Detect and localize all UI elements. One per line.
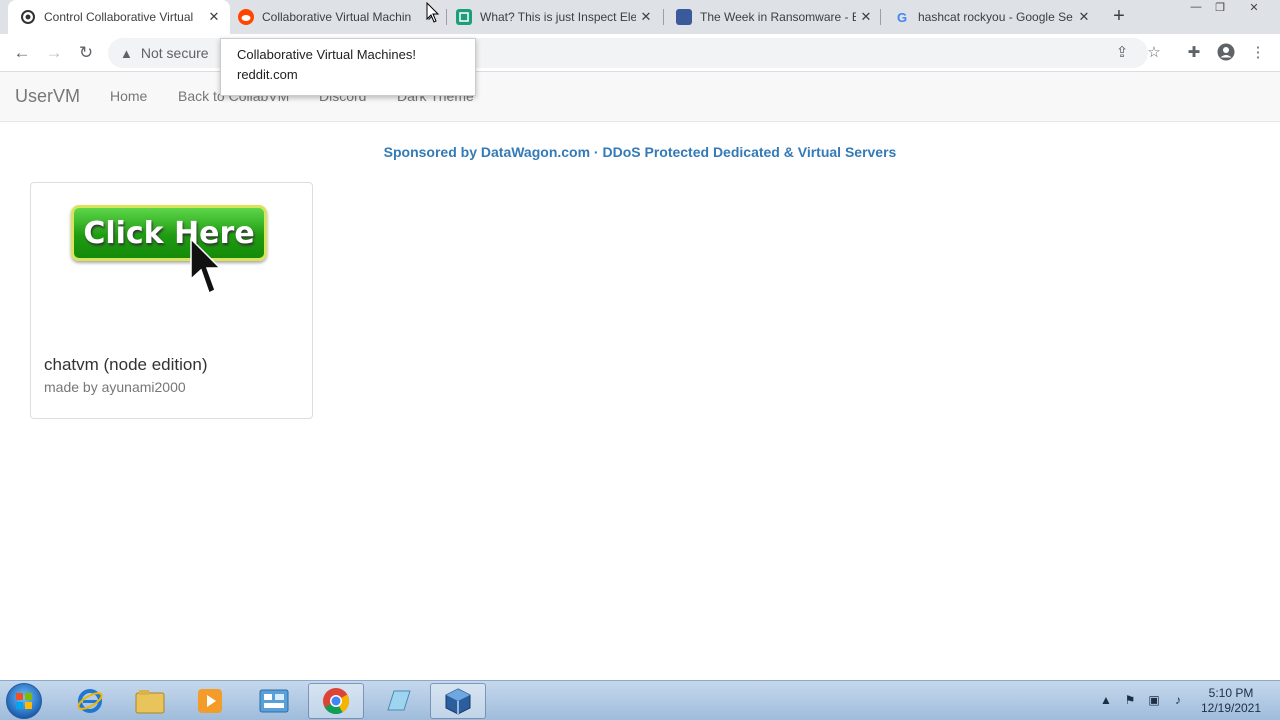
show-hidden-icons-icon[interactable]: ▲ xyxy=(1098,693,1114,709)
tooltip-title: Collaborative Virtual Machines! xyxy=(237,47,416,62)
tab-title: hashcat rockyou - Google Se xyxy=(918,10,1073,24)
browser-toolbar: ← → ↻ ▲ Not secure ⇪ ☆ ✚ ⋮ xyxy=(0,34,1280,72)
tab-google[interactable]: G hashcat rockyou - Google Se ✕ xyxy=(882,0,1100,34)
vm-author: made by ayunami2000 xyxy=(44,379,186,395)
clock-date: 12/19/2021 xyxy=(1200,701,1262,715)
tab-title: Collaborative Virtual Machin xyxy=(262,10,412,24)
tab-reddit[interactable]: Collaborative Virtual Machin ✕ xyxy=(226,0,448,34)
security-indicator[interactable]: ▲ Not secure xyxy=(120,45,209,61)
virtualbox-icon[interactable] xyxy=(430,683,486,719)
tab-separator xyxy=(880,9,881,25)
sponsor-link[interactable]: Sponsored by DataWagon.com · DDoS Protec… xyxy=(0,144,1280,160)
back-button[interactable]: ← xyxy=(10,41,34,65)
menu-icon[interactable]: ⋮ xyxy=(1248,43,1268,63)
restore-button[interactable]: ❐ xyxy=(1208,1,1232,17)
mouse-pointer-icon xyxy=(426,1,440,29)
collabvm-icon xyxy=(20,9,36,25)
internet-explorer-icon[interactable] xyxy=(62,683,118,719)
minimize-button[interactable]: — xyxy=(1184,1,1208,17)
not-secure-label: Not secure xyxy=(140,45,209,61)
media-player-icon[interactable] xyxy=(182,683,238,719)
volume-icon[interactable]: ♪ xyxy=(1170,693,1186,709)
tab-inspect[interactable]: What? This is just Inspect Ele ✕ xyxy=(444,0,662,34)
windows-taskbar: ▲ ⚑ ▣ ♪ 5:10 PM 12/19/2021 xyxy=(0,680,1280,720)
site-navbar: UserVM Home Back to CollabVM Discord Dar… xyxy=(0,72,1280,122)
vm-card[interactable]: Click Here chatvm (node edition) made by… xyxy=(30,182,313,419)
vm-thumbnail[interactable]: Click Here xyxy=(71,205,267,261)
reddit-icon xyxy=(238,9,254,25)
nav-home[interactable]: Home xyxy=(110,88,147,104)
vm-title[interactable]: chatvm (node edition) xyxy=(44,355,207,375)
tooltip-url: reddit.com xyxy=(237,67,298,82)
bookmark-star-icon[interactable]: ☆ xyxy=(1144,43,1164,63)
new-tab-button[interactable]: + xyxy=(1107,5,1131,29)
warning-icon: ▲ xyxy=(120,45,133,61)
tab-hover-tooltip: Collaborative Virtual Machines! reddit.c… xyxy=(220,38,476,96)
start-button[interactable] xyxy=(6,683,42,719)
close-tab-icon[interactable]: ✕ xyxy=(1074,9,1094,25)
action-center-flag-icon[interactable]: ⚑ xyxy=(1122,693,1138,709)
brand-link[interactable]: UserVM xyxy=(15,86,80,107)
cursor-arrow-icon xyxy=(189,237,222,300)
notepad-icon[interactable] xyxy=(370,683,426,719)
google-icon: G xyxy=(896,9,908,25)
close-window-button[interactable]: ✕ xyxy=(1242,1,1266,17)
thumbnail-button-text: Click Here xyxy=(83,215,255,251)
clock-time: 5:10 PM xyxy=(1208,686,1254,700)
system-clock[interactable]: 5:10 PM 12/19/2021 xyxy=(1196,686,1266,716)
tab-title: Control Collaborative Virtual xyxy=(44,10,194,24)
tab-control-collaborative[interactable]: Control Collaborative Virtual ✕ xyxy=(8,0,230,34)
close-tab-icon[interactable]: ✕ xyxy=(856,9,876,25)
tab-title: What? This is just Inspect Ele xyxy=(480,10,636,24)
close-tab-icon[interactable]: ✕ xyxy=(204,9,224,25)
extensions-icon[interactable]: ✚ xyxy=(1184,43,1204,63)
tab-strip: Control Collaborative Virtual ✕ Collabor… xyxy=(0,0,1280,34)
inspect-icon xyxy=(456,9,472,25)
forward-button[interactable]: → xyxy=(42,41,66,65)
tab-ransomware[interactable]: The Week in Ransomware - B ✕ xyxy=(664,0,882,34)
bleeping-icon xyxy=(676,9,692,25)
tab-title: The Week in Ransomware - B xyxy=(700,10,856,24)
control-panel-icon[interactable] xyxy=(246,683,302,719)
network-icon[interactable]: ▣ xyxy=(1146,693,1162,709)
profile-icon[interactable] xyxy=(1216,43,1236,63)
share-icon[interactable]: ⇪ xyxy=(1112,43,1132,63)
file-explorer-icon[interactable] xyxy=(122,683,178,719)
reload-button[interactable]: ↻ xyxy=(74,41,98,65)
close-tab-icon[interactable]: ✕ xyxy=(636,9,656,25)
chrome-icon[interactable] xyxy=(308,683,364,719)
